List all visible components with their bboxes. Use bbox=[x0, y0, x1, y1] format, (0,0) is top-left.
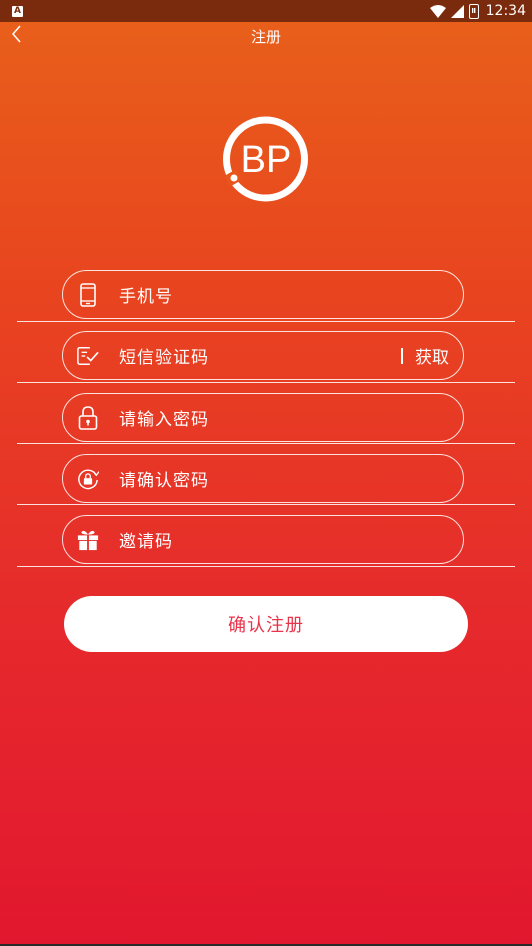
password-field[interactable]: 请输入密码 bbox=[62, 393, 464, 442]
svg-text:BP: BP bbox=[241, 139, 292, 181]
status-bar: A Ⅱ 12:34 bbox=[0, 0, 532, 22]
divider bbox=[17, 504, 515, 505]
phone-icon bbox=[77, 282, 99, 307]
confirm-register-label: 确认注册 bbox=[228, 615, 304, 636]
phone-placeholder: 手机号 bbox=[119, 287, 173, 307]
clock: 12:34 bbox=[485, 3, 526, 19]
page-title: 注册 bbox=[250, 28, 281, 46]
top-bar: 注册 bbox=[0, 22, 532, 46]
divider bbox=[17, 382, 515, 383]
confirm-register-button[interactable]: 确认注册 bbox=[64, 596, 468, 652]
get-code-label: 获取 bbox=[415, 348, 449, 368]
wifi-icon bbox=[429, 4, 446, 18]
separator bbox=[401, 347, 403, 364]
get-code-button[interactable]: 获取 bbox=[401, 343, 449, 368]
divider bbox=[17, 321, 515, 322]
sms-code-field[interactable]: 短信验证码 获取 bbox=[62, 331, 464, 380]
lock-icon bbox=[77, 405, 99, 430]
app-logo: BP bbox=[220, 114, 311, 204]
gift-icon bbox=[77, 528, 99, 552]
divider bbox=[17, 443, 515, 444]
confirm-password-placeholder: 请确认密码 bbox=[119, 471, 209, 491]
battery-icon: Ⅱ bbox=[468, 3, 479, 19]
invite-code-placeholder: 邀请码 bbox=[119, 532, 173, 552]
sms-verify-icon bbox=[77, 344, 99, 368]
invite-code-field[interactable]: 邀请码 bbox=[62, 515, 464, 564]
lock-refresh-icon bbox=[77, 467, 99, 491]
notification-icon: A bbox=[12, 5, 23, 17]
confirm-password-field[interactable]: 请确认密码 bbox=[62, 454, 464, 503]
phone-field[interactable]: 手机号 bbox=[62, 270, 464, 319]
password-placeholder: 请输入密码 bbox=[119, 410, 209, 430]
signal-icon bbox=[450, 4, 464, 18]
divider bbox=[17, 566, 515, 567]
sms-code-placeholder: 短信验证码 bbox=[119, 348, 209, 368]
